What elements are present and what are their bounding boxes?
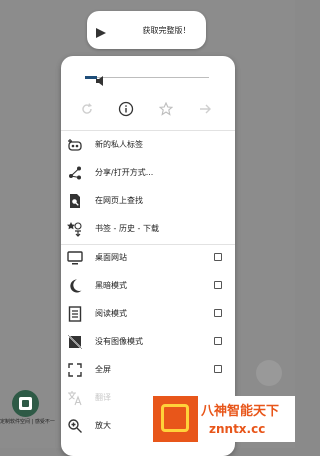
menu-item-label: 书签 - 历史 - 下载 bbox=[95, 224, 159, 233]
no-image-mode-checkbox[interactable] bbox=[214, 337, 222, 345]
menu-item-share[interactable]: 分享/打开方式... bbox=[61, 159, 235, 187]
site-watermark: 八神智能天下 znntx.cc bbox=[153, 396, 295, 442]
app-icon-glyph-center bbox=[22, 400, 29, 407]
watermark-logo-mark bbox=[161, 404, 189, 432]
nav-button-row bbox=[61, 96, 235, 122]
menu-item-bookmarks[interactable]: 书签 - 历史 - 下载 bbox=[61, 215, 235, 243]
reader-icon bbox=[67, 306, 83, 322]
background-app-label: 定制软件空间 | 感受不一 bbox=[0, 419, 55, 425]
volume-track bbox=[95, 77, 209, 78]
menu-item-label: 放大 bbox=[95, 421, 111, 430]
background-app-icon[interactable] bbox=[12, 390, 39, 417]
menu-item-label: 黑暗模式 bbox=[95, 281, 127, 290]
get-full-version-toast[interactable]: 获取完整版！ bbox=[87, 11, 206, 49]
speaker-icon bbox=[95, 72, 107, 91]
share-icon bbox=[67, 165, 83, 181]
star-icon[interactable] bbox=[157, 100, 175, 118]
play-store-icon bbox=[95, 24, 107, 43]
no-image-icon bbox=[67, 334, 83, 350]
menu-item-label: 全屏 bbox=[95, 365, 111, 374]
translate-icon bbox=[67, 390, 83, 406]
watermark-logo bbox=[153, 396, 198, 442]
menu-item-reader-mode[interactable]: 阅读模式 bbox=[61, 300, 235, 328]
menu-item-label: 在网页上查找 bbox=[95, 196, 143, 205]
menu-item-find-in-page[interactable]: 在网页上查找 bbox=[61, 187, 235, 215]
dark-mode-checkbox[interactable] bbox=[214, 281, 222, 289]
menu-item-no-image-mode[interactable]: 没有图像模式 bbox=[61, 328, 235, 356]
menu-item-label: 桌面网站 bbox=[95, 253, 127, 262]
background-circle-button bbox=[256, 360, 282, 386]
menu-item-fullscreen[interactable]: 全屏 bbox=[61, 356, 235, 384]
private-tab-icon bbox=[67, 137, 83, 153]
menu-item-new-private-tab[interactable]: 新的私人标签 bbox=[61, 131, 235, 159]
watermark-url: znntx.cc bbox=[209, 422, 266, 436]
menu-item-label: 新的私人标签 bbox=[95, 140, 143, 149]
menu-item-desktop-site[interactable]: 桌面网站 bbox=[61, 244, 235, 272]
forward-arrow-icon[interactable] bbox=[196, 100, 214, 118]
fullscreen-icon bbox=[67, 362, 83, 378]
menu-item-dark-mode[interactable]: 黑暗模式 bbox=[61, 272, 235, 300]
zoom-in-icon bbox=[67, 418, 83, 434]
bookmarks-icon bbox=[67, 221, 83, 237]
reader-mode-checkbox[interactable] bbox=[214, 309, 222, 317]
menu-item-label: 阅读模式 bbox=[95, 309, 127, 318]
desktop-icon bbox=[67, 250, 83, 266]
desktop-site-checkbox[interactable] bbox=[214, 253, 222, 261]
find-in-page-icon bbox=[67, 193, 83, 209]
fullscreen-checkbox[interactable] bbox=[214, 365, 222, 373]
volume-slider[interactable] bbox=[85, 70, 209, 86]
watermark-title: 八神智能天下 bbox=[201, 404, 280, 419]
toast-label: 获取完整版！ bbox=[142, 25, 191, 35]
moon-icon bbox=[67, 278, 83, 294]
menu-item-label: 没有图像模式 bbox=[95, 337, 143, 346]
refresh-icon[interactable] bbox=[78, 100, 96, 118]
menu-item-label: 翻译 bbox=[95, 393, 111, 402]
menu-item-label: 分享/打开方式... bbox=[95, 168, 154, 177]
info-icon[interactable] bbox=[117, 100, 135, 118]
